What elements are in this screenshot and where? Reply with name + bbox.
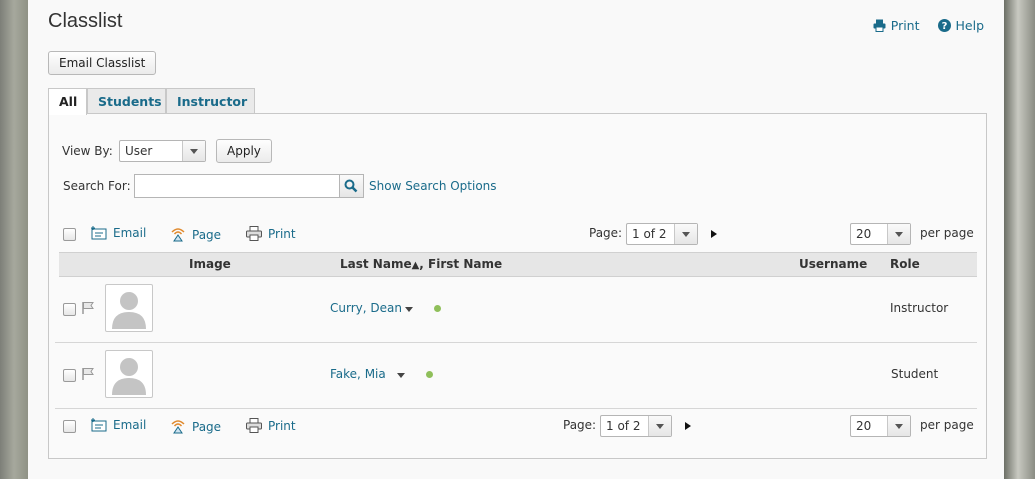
chevron-down-icon: [887, 416, 910, 436]
print-link-label: Print: [890, 18, 920, 33]
page-action-bottom[interactable]: Page: [170, 418, 221, 434]
table-row: Curry, Dean Instructor: [55, 277, 977, 343]
user-role: Student: [891, 367, 939, 381]
page-select-value: 1 of 2: [606, 419, 641, 433]
user-placeholder-icon: [112, 358, 146, 395]
search-button[interactable]: [340, 174, 364, 198]
select-all-checkbox-top[interactable]: [63, 228, 76, 241]
next-page-icon[interactable]: [685, 422, 691, 430]
page-action-label: Page: [192, 228, 222, 242]
user-role: Instructor: [890, 301, 949, 315]
pager-signal-icon: [171, 228, 185, 242]
chevron-down-icon: [887, 224, 910, 244]
user-name-link[interactable]: Fake, Mia: [330, 367, 386, 381]
help-circle-icon: ?: [937, 19, 951, 32]
email-action-bottom[interactable]: Email: [91, 418, 146, 432]
page-title: Classlist: [48, 10, 123, 32]
avatar: [105, 350, 153, 398]
column-image: Image: [189, 257, 231, 271]
printer-icon: [246, 418, 262, 433]
chevron-down-icon: [674, 224, 697, 244]
printer-icon: [873, 19, 886, 32]
per-page-value: 20: [856, 227, 872, 241]
table-header: Image Last Name▲, First Name Username Ro…: [59, 252, 977, 277]
help-link-label: Help: [955, 18, 985, 33]
column-last-name[interactable]: Last Name: [340, 257, 412, 271]
page-select-bottom[interactable]: 1 of 2: [600, 415, 672, 437]
classlist-panel: View By: User Apply Search For: Show Sea…: [48, 113, 987, 459]
view-by-label: View By:: [62, 144, 113, 158]
show-search-options-link[interactable]: Show Search Options: [369, 179, 497, 193]
page-select-value: 1 of 2: [632, 227, 667, 241]
printer-icon: [246, 226, 262, 241]
chevron-down-icon: [648, 416, 671, 436]
flag-icon[interactable]: [81, 301, 95, 315]
row-checkbox[interactable]: [63, 303, 76, 316]
search-for-label: Search For:: [63, 179, 131, 193]
table-row: Fake, Mia Student: [55, 343, 977, 409]
classlist-page: Classlist Print ? Help Email Classlist A…: [28, 0, 1004, 479]
search-input[interactable]: [134, 174, 340, 198]
row-checkbox[interactable]: [63, 369, 76, 382]
column-first-name[interactable]: , First Name: [419, 257, 502, 271]
column-role[interactable]: Role: [890, 257, 920, 271]
view-by-select[interactable]: User: [119, 140, 206, 162]
per-page-value: 20: [856, 419, 872, 433]
tab-all[interactable]: All: [48, 88, 87, 115]
email-action-label: Email: [113, 226, 147, 240]
svg-text:?: ?: [941, 21, 947, 32]
help-link[interactable]: ? Help: [937, 18, 985, 33]
online-status-icon: [426, 371, 433, 378]
email-action-label: Email: [113, 418, 147, 432]
column-username[interactable]: Username: [799, 257, 867, 271]
page-label-top: Page:: [589, 226, 623, 240]
search-icon: [344, 179, 358, 193]
page-action-top[interactable]: Page: [170, 226, 221, 242]
page-label-bottom: Page:: [563, 418, 597, 432]
tab-instructor[interactable]: Instructor: [166, 88, 255, 114]
user-placeholder-icon: [112, 292, 146, 329]
per-page-label-top: per page: [920, 226, 974, 240]
page-select-top[interactable]: 1 of 2: [626, 223, 698, 245]
page-action-label: Page: [192, 420, 222, 434]
user-name-link[interactable]: Curry, Dean: [330, 301, 402, 315]
top-links: Print ? Help: [859, 18, 984, 33]
pager-signal-icon: [171, 420, 185, 434]
tab-students[interactable]: Students: [87, 88, 166, 114]
email-icon: [91, 226, 107, 240]
chevron-down-icon: [182, 141, 205, 161]
online-status-icon: [434, 305, 441, 312]
email-classlist-button[interactable]: Email Classlist: [48, 51, 157, 75]
next-page-icon[interactable]: [711, 230, 717, 238]
column-name[interactable]: Last Name▲, First Name: [340, 257, 502, 271]
apply-button[interactable]: Apply: [216, 139, 272, 163]
view-by-value: User: [125, 144, 153, 158]
print-action-top[interactable]: Print: [246, 226, 296, 241]
print-action-label: Print: [268, 227, 296, 241]
email-action-top[interactable]: Email: [91, 226, 146, 240]
per-page-select-bottom[interactable]: 20: [850, 415, 911, 437]
email-icon: [91, 418, 107, 432]
context-menu-chevron-icon[interactable]: [397, 373, 405, 378]
avatar: [105, 284, 153, 332]
print-action-bottom[interactable]: Print: [246, 418, 296, 433]
select-all-checkbox-bottom[interactable]: [63, 420, 76, 433]
flag-icon[interactable]: [81, 367, 95, 381]
per-page-label-bottom: per page: [920, 418, 974, 432]
context-menu-chevron-icon[interactable]: [405, 307, 413, 312]
print-link[interactable]: Print: [873, 18, 924, 33]
print-action-label: Print: [268, 419, 296, 433]
per-page-select-top[interactable]: 20: [850, 223, 911, 245]
